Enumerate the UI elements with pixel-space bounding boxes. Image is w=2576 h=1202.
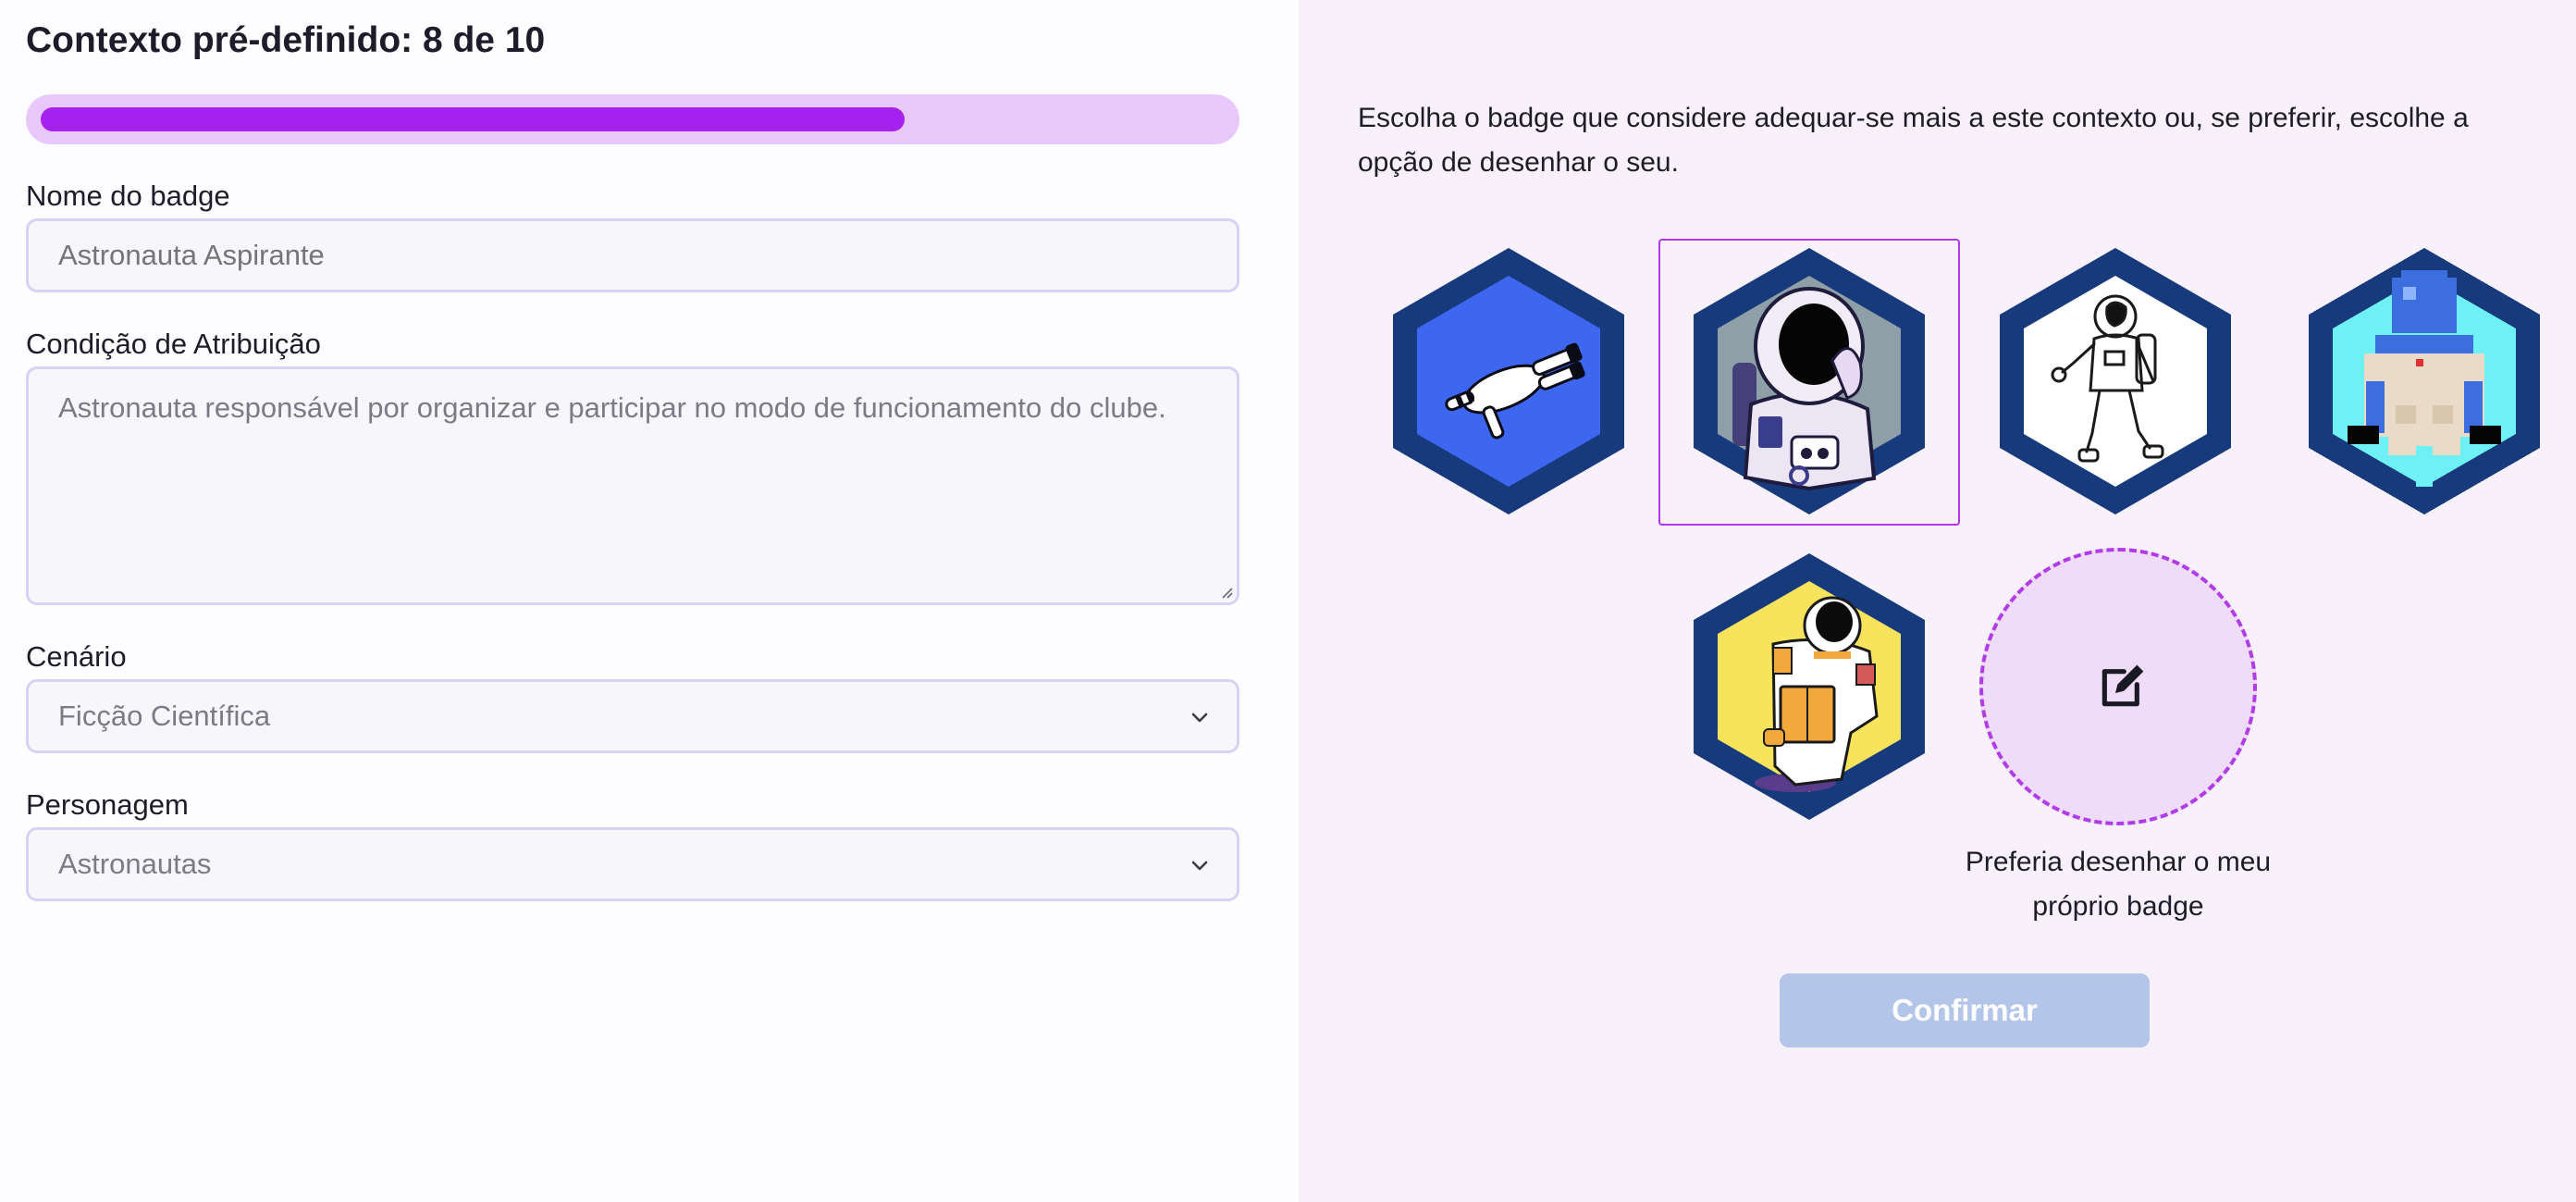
confirm-button[interactable]: Confirmar [1780, 973, 2150, 1047]
context-progress-bar [26, 94, 1239, 144]
badge-option-5[interactable] [1684, 548, 1934, 825]
condition-label: Condição de Atribuição [26, 328, 321, 360]
picker-intro: Escolha o badge que considere adequar-se… [1358, 103, 2469, 178]
badge-option-1[interactable] [1384, 242, 1633, 520]
condition-text: Astronauta responsável por organizar e p… [58, 391, 1166, 424]
resize-grip-icon[interactable] [1220, 586, 1233, 599]
draw-own-badge-caption: Preferia desenhar o meu próprio badge [1965, 847, 2272, 922]
context-progress-fill [41, 107, 905, 131]
context-title: Contexto pré-definido: 8 de 10 [26, 20, 546, 60]
character-value: Astronautas [58, 848, 212, 880]
draw-own-badge-button[interactable] [1979, 548, 2257, 825]
chevron-down-icon [1191, 861, 1208, 871]
floating-astronaut-icon [1393, 248, 1624, 514]
character-label: Personagem [26, 788, 189, 821]
pixel-astronaut-icon [2309, 248, 2540, 514]
scenario-value: Ficção Científica [58, 700, 271, 732]
badge-option-3[interactable] [1991, 242, 2240, 520]
badge-form-panel: Contexto pré-definido: 8 de 10 Nome do b… [0, 0, 1299, 1202]
astronaut-clipboard-icon [1694, 553, 1925, 820]
edit-icon [2101, 664, 2144, 707]
badge-name-input[interactable] [26, 218, 1239, 292]
character-select[interactable]: Astronautas [26, 827, 1239, 901]
badge-option-2[interactable] [1684, 242, 1934, 520]
chevron-down-icon [1191, 713, 1208, 723]
astronaut-sketch-icon [2000, 248, 2231, 514]
condition-textarea[interactable]: Astronauta responsável por organizar e p… [26, 366, 1239, 605]
scenario-select[interactable]: Ficção Científica [26, 679, 1239, 753]
badge-picker-panel: Escolha o badge que considere adequar-se… [1299, 0, 2576, 1202]
astronaut-helmet-icon [1694, 248, 1925, 514]
badge-option-4[interactable] [2299, 242, 2549, 520]
badge-name-label: Nome do badge [26, 180, 230, 212]
scenario-label: Cenário [26, 640, 127, 673]
